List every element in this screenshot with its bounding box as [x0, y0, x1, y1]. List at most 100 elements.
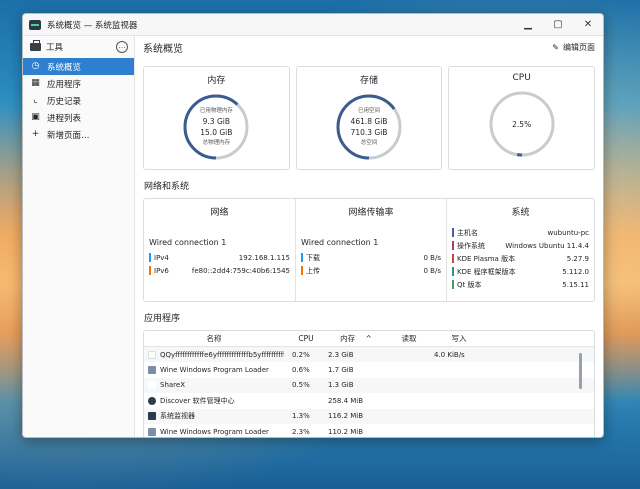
- sidebar-header: 工具 …: [23, 36, 134, 58]
- table-row[interactable]: Wine Windows Program Loader 2.3% 110.2 M…: [144, 424, 594, 437]
- app-name: Wine Windows Program Loader: [160, 366, 269, 375]
- os-row: 操作系统 Windows Ubuntu 11.4.4: [452, 239, 589, 252]
- app-name: Discover 软件管理中心: [160, 396, 235, 405]
- table-row[interactable]: Wine Windows Program Loader 0.6% 1.7 GiB: [144, 362, 594, 377]
- app-name: ShareX: [160, 381, 185, 390]
- cpu-gauge: 2.5%: [487, 89, 557, 159]
- app-memory: 258.4 MiB: [328, 396, 364, 405]
- pencil-icon: ✎: [552, 42, 559, 52]
- edit-page-button[interactable]: ✎ 编辑页面: [552, 42, 595, 53]
- chart-icon: ⌞: [33, 95, 38, 105]
- memory-gauge: 已用物理内存 9.3 GiB 15.0 GiB 总物理内存: [181, 92, 251, 162]
- column-header-write[interactable]: 写入: [434, 333, 484, 344]
- upload-value: 0 B/s: [423, 266, 442, 275]
- table-row[interactable]: 系统监视器 1.3% 116.2 MiB: [144, 408, 594, 424]
- app-memory: 2.3 GiB: [328, 350, 354, 359]
- table-row[interactable]: ShareX 0.5% 1.3 GiB: [144, 377, 594, 394]
- plasma-version-key: KDE Plasma 版本: [457, 254, 516, 263]
- sidebar-item-label: 历史记录: [47, 96, 82, 107]
- storage-card[interactable]: 存储 已用空间 461.8 GiB 710.3 GiB 总空间: [295, 66, 443, 170]
- tools-label: 工具: [46, 43, 64, 53]
- column-header-memory[interactable]: 内存 ^: [328, 333, 384, 344]
- network-system-panel: 网络 Wired connection 1 IPv4 192.168.1.115…: [143, 198, 595, 302]
- storage-used-label: 已用空间: [357, 108, 380, 114]
- frameworks-color-bar: [452, 267, 454, 276]
- app-write: 4.0 KiB/s: [434, 350, 465, 359]
- table-scrollbar[interactable]: [579, 353, 582, 389]
- qq-app-icon: [148, 350, 156, 359]
- column-header-cpu[interactable]: CPU: [284, 334, 328, 343]
- network-section-title: 网络和系统: [144, 182, 190, 192]
- os-value: Windows Ubuntu 11.4.4: [505, 241, 589, 250]
- cpu-usage-value: 2.5%: [512, 119, 532, 129]
- process-icon: ▣: [31, 112, 40, 122]
- system-column: 系统 主机名 wubuntu-pc 操作系统 Windows Ubuntu 11…: [446, 199, 594, 301]
- cpu-card[interactable]: CPU 2.5%: [448, 66, 596, 170]
- app-memory: 1.7 GiB: [328, 366, 354, 375]
- rate-column: 网络传输率 Wired connection 1 下载 0 B/s 上传 0 B…: [295, 199, 446, 301]
- memory-used-value: 9.3 GiB: [202, 117, 230, 126]
- qt-version-row: Qt 版本 5.15.11: [452, 278, 589, 291]
- storage-used-value: 461.8 GiB: [350, 117, 388, 126]
- upload-row: 上传 0 B/s: [301, 264, 441, 277]
- table-row[interactable]: QQyffffffffffffe6yfffffffffffffb5yffffff…: [144, 347, 594, 363]
- more-options-button[interactable]: …: [116, 41, 128, 53]
- apps-section-title: 应用程序: [144, 314, 181, 324]
- sidebar-item-add-page[interactable]: + 新增页面…: [23, 126, 134, 143]
- close-button[interactable]: ✕: [573, 14, 603, 36]
- app-name: Wine Windows Program Loader: [160, 427, 269, 436]
- hostname-color-bar: [452, 228, 454, 237]
- upload-key: 上传: [306, 266, 320, 275]
- system-monitor-row-icon: [148, 412, 156, 421]
- upload-color-bar: [301, 266, 303, 275]
- sidebar: 工具 … ◷ 系统概览 ▦ 应用程序 ⌞ 历史记录 ▣ 进程列表 + 新增页面…: [23, 36, 135, 437]
- table-header: 名称 CPU 内存 ^ 读取 写入: [144, 331, 594, 347]
- storage-total-value: 710.3 GiB: [350, 128, 388, 137]
- sidebar-item-history[interactable]: ⌞ 历史记录: [23, 92, 134, 109]
- qt-version-value: 5.15.11: [562, 280, 589, 289]
- system-monitor-app-icon: [29, 19, 41, 30]
- app-name: QQyffffffffffffe6yfffffffffffffb5yffffff…: [160, 350, 284, 359]
- memory-header-label: 内存: [340, 334, 356, 343]
- plasma-color-bar: [452, 254, 454, 263]
- system-monitor-window: 系统概览 — 系统监视器 ▁ ▢ ✕ 工具 … ◷ 系统概览 ▦ 应用程序 ⌞ …: [22, 13, 604, 438]
- table-row[interactable]: Discover 软件管理中心 258.4 MiB: [144, 393, 594, 408]
- page-header: 系统概览 ✎ 编辑页面: [135, 36, 603, 58]
- grid-icon: ▦: [31, 78, 40, 88]
- memory-card[interactable]: 内存 已用物理内存 9.3 GiB 15.0 GiB 总物理内存: [143, 66, 290, 170]
- plus-icon: +: [31, 129, 40, 139]
- app-cpu: 2.3%: [292, 427, 310, 436]
- ipv4-row: IPv4 192.168.1.115: [149, 251, 290, 264]
- hostname-row: 主机名 wubuntu-pc: [452, 226, 589, 239]
- ipv6-key: IPv6: [154, 266, 169, 275]
- memory-used-label: 已用物理内存: [199, 108, 233, 114]
- app-cpu: 0.5%: [292, 381, 310, 390]
- speedometer-icon: ◷: [31, 61, 40, 71]
- download-key: 下载: [306, 253, 320, 262]
- app-cpu: 0.2%: [292, 350, 310, 359]
- ipv6-row: IPv6 fe80::2dd4:759c:40b6:1545: [149, 264, 290, 277]
- storage-total-label: 总空间: [360, 140, 378, 146]
- wine-app-icon: [148, 366, 156, 375]
- wine-app-icon: [148, 427, 156, 436]
- app-memory: 116.2 MiB: [328, 412, 364, 421]
- sidebar-item-label: 系统概览: [47, 62, 82, 73]
- storage-gauge: 已用空间 461.8 GiB 710.3 GiB 总空间: [334, 92, 404, 162]
- rate-connection-name: Wired connection 1: [301, 238, 379, 247]
- sidebar-item-overview[interactable]: ◷ 系统概览: [23, 58, 134, 75]
- frameworks-version-key: KDE 程序框架版本: [457, 267, 516, 276]
- os-key: 操作系统: [457, 241, 485, 250]
- maximize-button[interactable]: ▢: [543, 14, 573, 36]
- sidebar-item-processes[interactable]: ▣ 进程列表: [23, 109, 134, 126]
- sidebar-item-applications[interactable]: ▦ 应用程序: [23, 75, 134, 92]
- title-bar[interactable]: 系统概览 — 系统监视器 ▁ ▢ ✕: [23, 14, 603, 36]
- column-header-name[interactable]: 名称: [144, 333, 284, 344]
- column-header-read[interactable]: 读取: [384, 333, 434, 344]
- network-title: 网络: [210, 208, 229, 218]
- ipv4-value: 192.168.1.115: [238, 253, 290, 262]
- plasma-version-row: KDE Plasma 版本 5.27.9: [452, 252, 589, 265]
- sidebar-item-label: 应用程序: [47, 79, 82, 90]
- ipv4-color-bar: [149, 253, 151, 262]
- minimize-button[interactable]: ▁: [513, 14, 543, 36]
- memory-card-title: 内存: [207, 76, 226, 86]
